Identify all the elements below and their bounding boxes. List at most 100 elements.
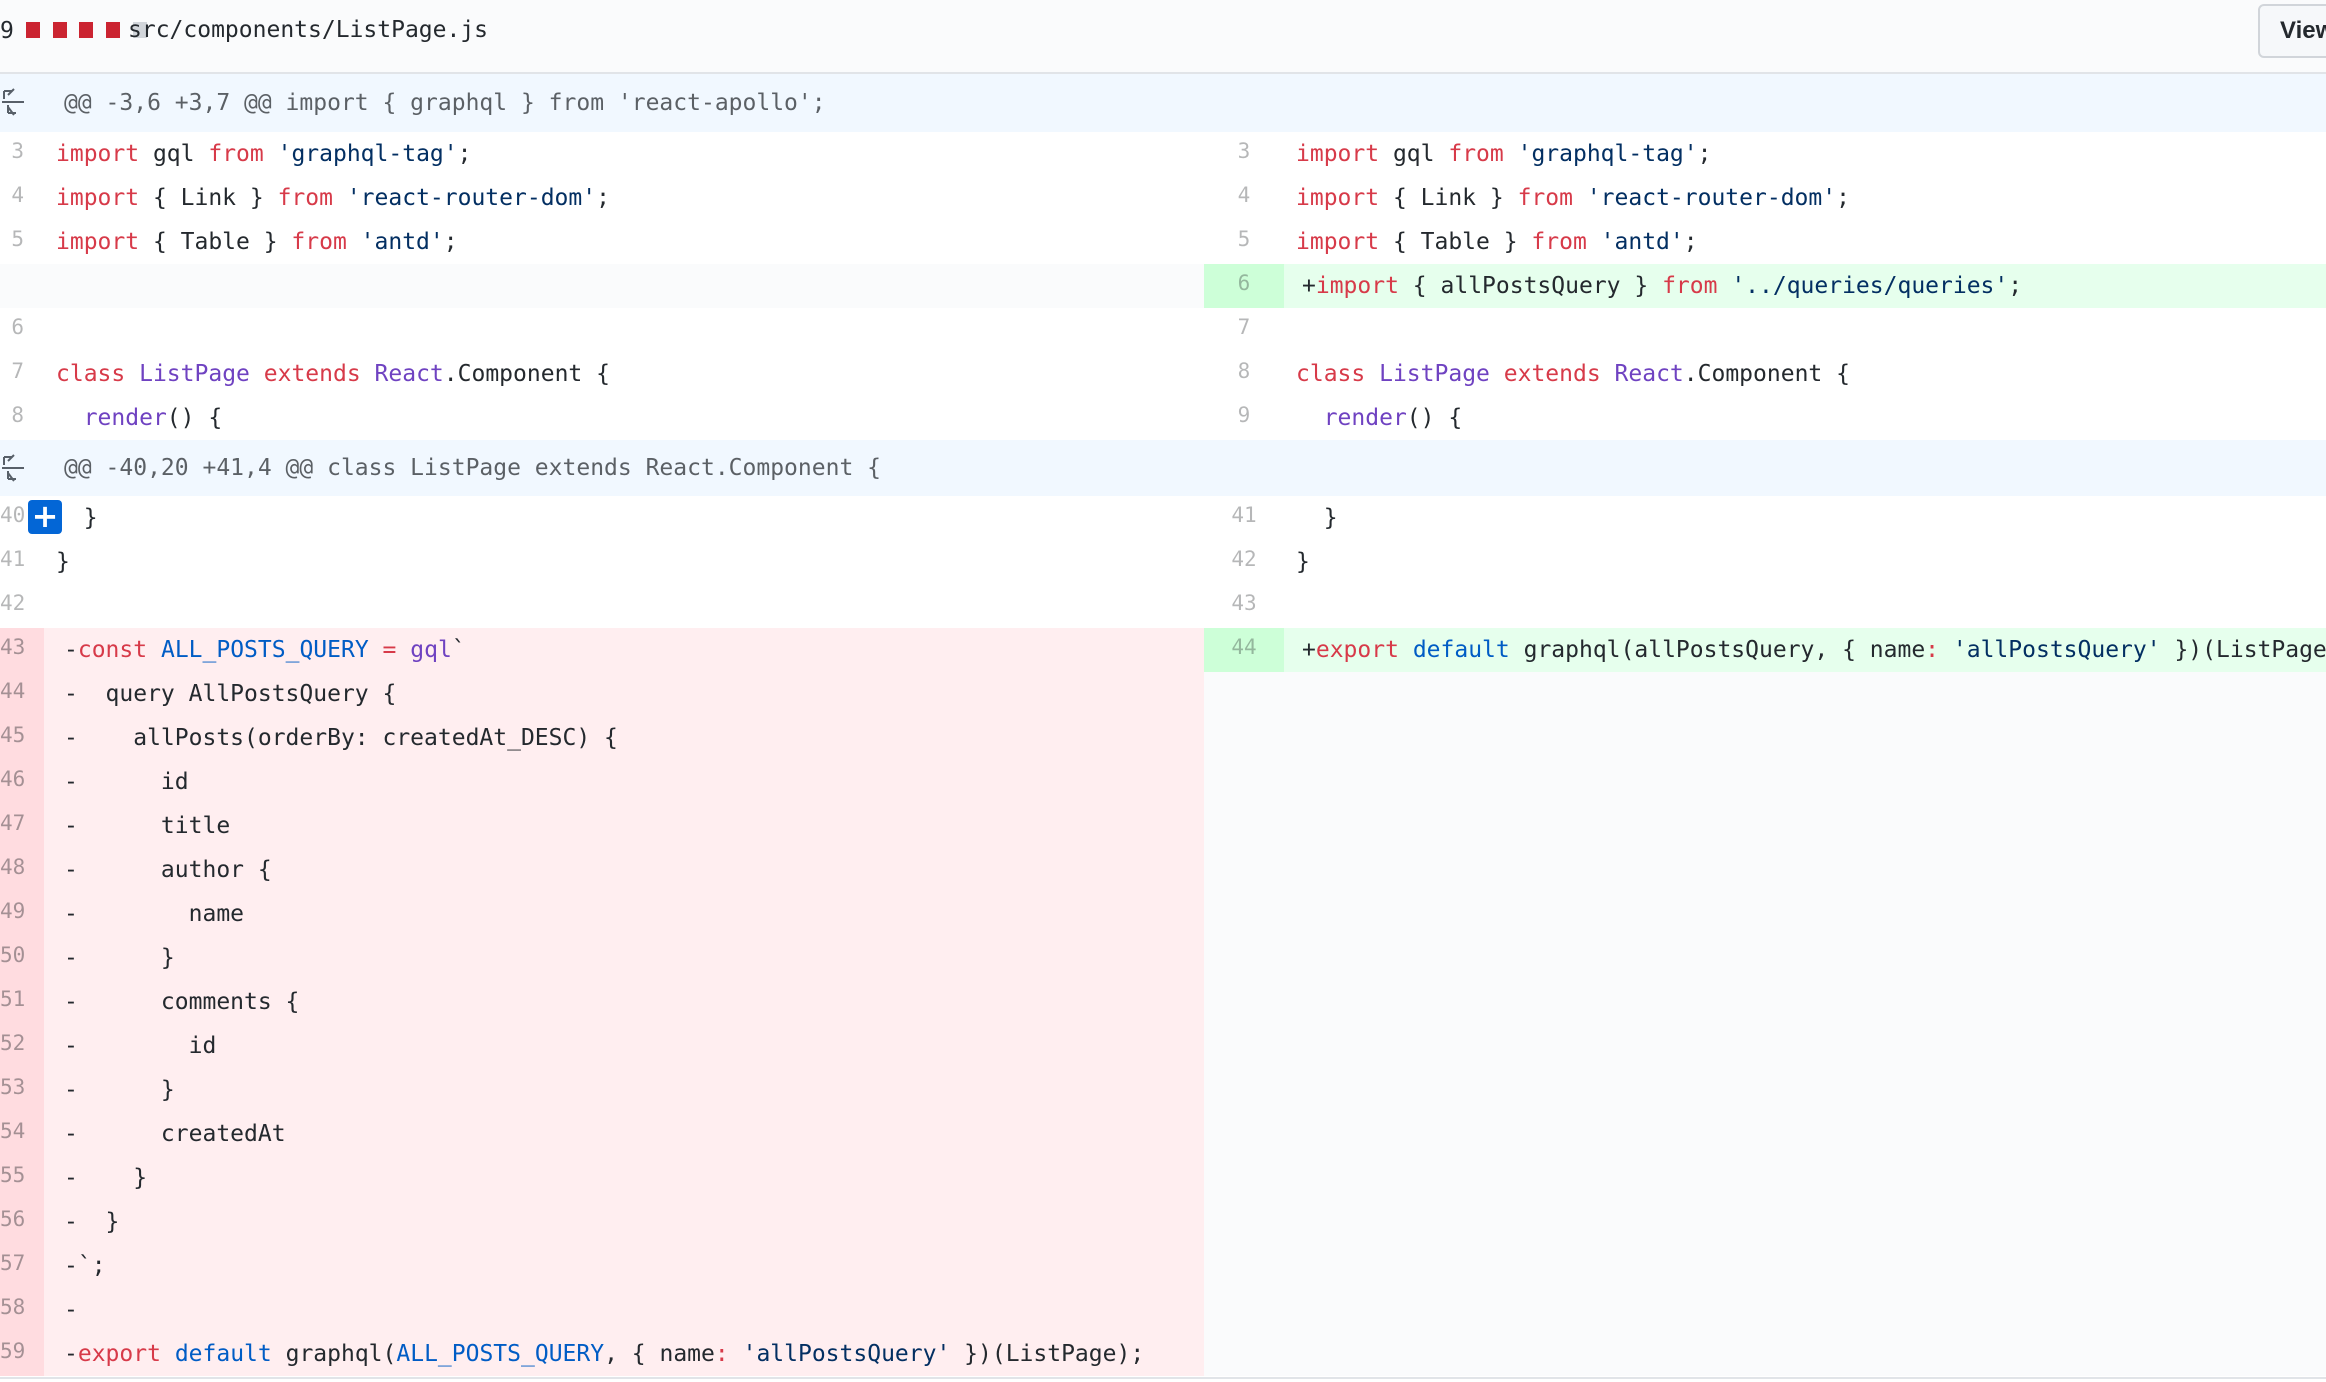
hunk-header: @@ -40,20 +41,4 @@ class ListPage extend…	[0, 440, 2326, 496]
code-line: -export default graphql(ALL_POSTS_QUERY,…	[64, 1341, 1145, 1367]
line-number[interactable]: 53	[0, 1068, 44, 1112]
line-number[interactable]: 59	[0, 1332, 44, 1376]
line-number[interactable]: 55	[0, 1156, 44, 1200]
code-line: - title	[64, 813, 231, 839]
diff-row: 58 -	[0, 1288, 2326, 1332]
left-line-deleted: 44 - query AllPostsQuery {	[0, 672, 1204, 716]
line-number[interactable]: 54	[0, 1112, 44, 1156]
line-number[interactable]: 6	[1204, 264, 1284, 308]
line-number[interactable]: 42	[1204, 540, 1284, 584]
diff-view: 9 src/components/ListPage.js View @@ -3,…	[0, 0, 2326, 1382]
code-line: - allPosts(orderBy: createdAt_DESC) {	[64, 725, 618, 751]
line-number[interactable]: 41	[0, 540, 25, 584]
right-line: 42 }	[1204, 540, 2326, 584]
line-number[interactable]: 45	[0, 716, 44, 760]
code-line: import { Link } from 'react-router-dom';	[1296, 185, 1850, 211]
line-number[interactable]: 43	[1204, 584, 1284, 628]
line-number[interactable]: 8	[1204, 352, 1284, 396]
line-number[interactable]: 7	[0, 352, 24, 396]
line-number[interactable]: 44	[0, 672, 44, 716]
left-line-deleted: 49 - name	[0, 892, 1204, 936]
left-line: 3 import gql from 'graphql-tag';	[0, 132, 1204, 176]
code-line: - }	[64, 1165, 148, 1191]
right-line-empty	[1204, 1288, 2326, 1332]
diff-row: 56 - }	[0, 1200, 2326, 1244]
right-line-empty	[1204, 1244, 2326, 1288]
line-number[interactable]: 51	[0, 980, 44, 1024]
line-number[interactable]: 47	[0, 804, 44, 848]
diff-row: 41 } 42 }	[0, 540, 2326, 584]
right-line: 43	[1204, 584, 2326, 628]
code-line: }	[56, 505, 98, 531]
right-line-empty	[1204, 716, 2326, 760]
line-number[interactable]: 5	[0, 220, 24, 264]
code-line: import gql from 'graphql-tag';	[1296, 141, 1712, 167]
line-number[interactable]: 58	[0, 1288, 44, 1332]
right-line-empty	[1204, 1332, 2326, 1376]
view-file-button[interactable]: View	[2258, 4, 2326, 58]
line-number[interactable]: 41	[1204, 496, 1284, 540]
line-number[interactable]: 50	[0, 936, 44, 980]
line-number[interactable]: 43	[0, 628, 44, 672]
code-line: render() {	[1323, 405, 1463, 431]
line-number[interactable]: 8	[0, 396, 24, 440]
diffstat-count: 9	[0, 18, 14, 44]
left-line-deleted: 55 - }	[0, 1156, 1204, 1200]
file-path[interactable]: src/components/ListPage.js	[128, 14, 488, 46]
right-line-empty	[1204, 760, 2326, 804]
right-line-empty	[1204, 892, 2326, 936]
line-number[interactable]: 40	[0, 496, 25, 540]
line-number[interactable]: 52	[0, 1024, 44, 1068]
line-number[interactable]: 57	[0, 1244, 44, 1288]
code-line: - }	[64, 945, 175, 971]
diff-row: 42 43	[0, 584, 2326, 628]
left-line: 7 class ListPage extends React.Component…	[0, 352, 1204, 396]
hunk-header: @@ -3,6 +3,7 @@ import { graphql } from …	[0, 74, 2326, 132]
code-line: -	[64, 1297, 78, 1323]
diff-row: 53 - }	[0, 1068, 2326, 1112]
code-line: - name	[64, 901, 245, 927]
left-line: 41 }	[0, 540, 1204, 584]
diffstat-block	[105, 22, 120, 38]
right-line-empty	[1204, 672, 2326, 716]
right-line-empty	[1204, 1112, 2326, 1156]
diff-row: 47 - title	[0, 804, 2326, 848]
left-line-deleted: 51 - comments {	[0, 980, 1204, 1024]
left-line: 6	[0, 308, 1204, 352]
right-line: 4 import { Link } from 'react-router-dom…	[1204, 176, 2326, 220]
line-number[interactable]: 44	[1204, 628, 1284, 672]
line-number[interactable]: 5	[1204, 220, 1284, 264]
diff-row: 46 - id	[0, 760, 2326, 804]
code-line: - }	[64, 1209, 120, 1235]
left-line-deleted: 58 -	[0, 1288, 1204, 1332]
line-number[interactable]: 48	[0, 848, 44, 892]
left-line: 42	[0, 584, 1204, 628]
line-number[interactable]: 7	[1204, 308, 1284, 352]
unfold-icon[interactable]	[0, 87, 26, 117]
line-number[interactable]: 3	[0, 132, 24, 176]
line-number[interactable]: 42	[0, 584, 25, 628]
right-line: 5 import { Table } from 'antd';	[1204, 220, 2326, 264]
line-number[interactable]: 4	[1204, 176, 1284, 220]
right-line-empty	[1204, 804, 2326, 848]
left-line-deleted: 46 - id	[0, 760, 1204, 804]
code-line: render() {	[83, 405, 223, 431]
diff-row: 6 7	[0, 308, 2326, 352]
line-number[interactable]: 56	[0, 1200, 44, 1244]
left-line-empty	[0, 264, 1204, 308]
line-number[interactable]: 9	[1204, 396, 1284, 440]
diff-row: 52 - id	[0, 1024, 2326, 1068]
left-line-deleted: 53 - }	[0, 1068, 1204, 1112]
code-line: import gql from 'graphql-tag';	[56, 141, 472, 167]
left-line-deleted: 45 - allPosts(orderBy: createdAt_DESC) {	[0, 716, 1204, 760]
line-number[interactable]: 6	[0, 308, 24, 352]
line-number[interactable]: 46	[0, 760, 44, 804]
line-number[interactable]: 3	[1204, 132, 1284, 176]
line-number[interactable]: 49	[0, 892, 44, 936]
unfold-icon[interactable]	[0, 453, 26, 483]
code-line: - id	[64, 769, 189, 795]
line-number[interactable]: 4	[0, 176, 24, 220]
right-line: 9 render() {	[1204, 396, 2326, 440]
diff-row: 44 - query AllPostsQuery {	[0, 672, 2326, 716]
code-line: - createdAt	[64, 1121, 286, 1147]
